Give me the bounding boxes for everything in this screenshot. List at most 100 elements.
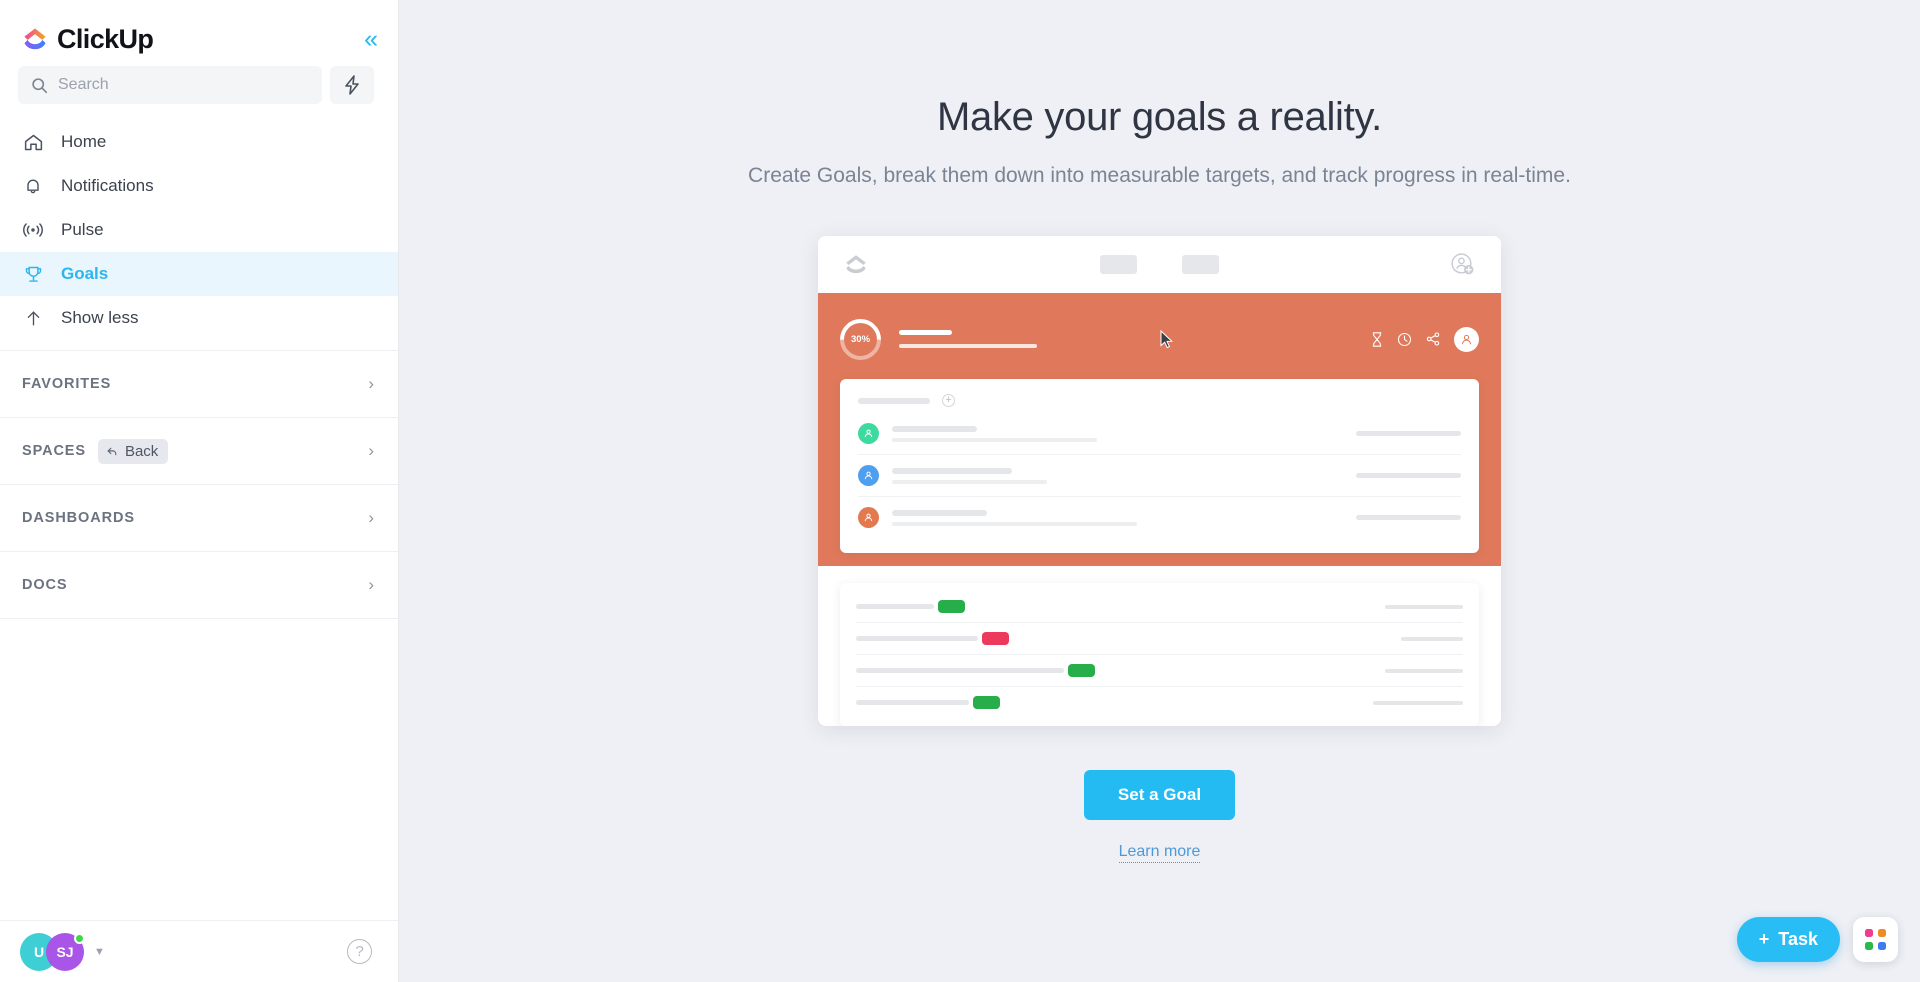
pulse-icon — [22, 219, 44, 241]
row-right-placeholder — [1356, 515, 1461, 520]
sidebar-section-spaces[interactable]: SPACES Back › — [0, 418, 398, 485]
status-badge — [973, 696, 1000, 709]
placeholder-bar — [892, 437, 1097, 442]
placeholder-bar — [892, 521, 1137, 526]
search-box[interactable] — [18, 66, 322, 104]
grid-dot — [1877, 941, 1886, 950]
home-icon — [22, 132, 44, 153]
back-chip[interactable]: Back — [97, 438, 169, 464]
sidebar-item-pulse[interactable]: Pulse — [0, 208, 398, 252]
section-title: SPACES — [22, 443, 86, 459]
chevrons-left-icon[interactable]: « — [364, 26, 378, 52]
placeholder-bar — [899, 330, 952, 335]
sidebar-item-goals[interactable]: Goals — [0, 252, 398, 296]
placeholder-bar — [892, 479, 1047, 484]
search-input[interactable] — [58, 76, 309, 94]
placeholder-bar — [892, 509, 987, 516]
sidebar-section-dashboards[interactable]: DASHBOARDS › — [0, 485, 398, 552]
sidebar-item-label: Notifications — [61, 176, 154, 195]
goal-status-card — [840, 583, 1479, 726]
hourglass-icon — [1372, 331, 1382, 347]
sidebar-nav: Home Notifications Pulse Goals Show less — [0, 114, 398, 340]
sidebar-item-label: Home — [61, 132, 107, 151]
add-task-label: Task — [1778, 929, 1818, 949]
status-badge — [982, 632, 1009, 645]
learn-more-link[interactable]: Learn more — [1118, 843, 1201, 863]
add-task-button[interactable]: + Task — [1736, 917, 1840, 962]
avatar[interactable]: SJ — [46, 932, 85, 971]
placeholder-pill — [1181, 255, 1219, 274]
bell-icon — [22, 176, 44, 196]
sidebar-item-label: Show less — [61, 308, 139, 327]
sidebar-item-home[interactable]: Home — [0, 120, 398, 164]
mouse-cursor — [1160, 330, 1173, 349]
avatar — [858, 507, 879, 528]
set-a-goal-button[interactable]: Set a Goal — [1084, 770, 1235, 820]
row-right-placeholder — [1356, 431, 1461, 436]
lightning-bolt-button[interactable] — [330, 66, 374, 104]
sidebar-section-docs[interactable]: DOCS › — [0, 552, 398, 619]
goal-title-placeholders — [899, 330, 1353, 348]
target-row — [858, 413, 1461, 455]
add-person-icon — [1451, 253, 1474, 275]
main-content: Make your goals a reality. Create Goals,… — [399, 0, 1920, 982]
back-chip-label: Back — [124, 442, 159, 460]
brand[interactable]: ClickUp — [22, 24, 154, 55]
trophy-icon — [22, 264, 44, 285]
clock-icon — [1397, 332, 1412, 346]
grid-dot — [1877, 929, 1886, 937]
section-left: DOCS — [22, 577, 68, 593]
clickup-logo-icon — [24, 28, 46, 50]
search-icon — [32, 77, 48, 93]
progress-label: 30% — [850, 333, 871, 345]
plus-icon: + — [1758, 929, 1770, 949]
sidebar-item-show-less[interactable]: Show less — [0, 296, 398, 340]
sidebar-item-label: Goals — [61, 264, 109, 283]
goal-targets-card: + — [840, 379, 1479, 553]
chevron-right-icon[interactable]: › — [368, 575, 374, 595]
status-row — [856, 623, 1463, 655]
apps-grid-icon[interactable] — [1853, 917, 1898, 962]
placeholder-pill — [1099, 255, 1137, 274]
section-title: DOCS — [22, 577, 68, 593]
illustration-topbar — [818, 236, 1501, 293]
placeholder-bar — [1385, 604, 1463, 609]
avatar — [858, 465, 879, 486]
chevron-right-icon[interactable]: › — [368, 508, 374, 528]
caret-down-icon[interactable]: ▼ — [94, 946, 105, 958]
target-row — [858, 497, 1461, 538]
placeholder-bar — [1356, 473, 1461, 478]
back-arrow-icon — [107, 447, 117, 455]
user-avatars[interactable]: U SJ ▼ — [20, 932, 105, 971]
placeholder-bar — [1385, 668, 1463, 673]
section-left: DASHBOARDS — [22, 510, 135, 526]
row-placeholders — [892, 467, 1343, 484]
placeholder-bar — [856, 700, 969, 705]
goals-illustration: 30% + — [818, 236, 1501, 726]
sidebar: ClickUp « Home — [0, 0, 399, 982]
section-left: FAVORITES — [22, 376, 111, 392]
chevron-right-icon[interactable]: › — [368, 441, 374, 461]
avatar — [858, 423, 879, 444]
sidebar-section-favorites[interactable]: FAVORITES › — [0, 351, 398, 418]
share-icon — [1426, 332, 1440, 346]
placeholder-bar — [858, 397, 930, 404]
status-row — [856, 655, 1463, 687]
placeholder-bar — [892, 467, 1012, 474]
status-badge — [1068, 664, 1095, 677]
card-header: + — [858, 394, 1461, 407]
grid-dot — [1865, 929, 1873, 937]
online-status-dot — [74, 932, 85, 944]
placeholder-bar — [1356, 431, 1461, 436]
sidebar-item-notifications[interactable]: Notifications — [0, 164, 398, 208]
placeholder-bar — [856, 668, 1064, 673]
plus-circle-icon[interactable]: + — [942, 394, 955, 407]
placeholder-bar — [856, 604, 934, 609]
clickup-logo-icon — [846, 254, 866, 273]
section-left: SPACES Back — [22, 438, 169, 464]
status-row — [856, 591, 1463, 623]
question-mark-icon[interactable]: ? — [347, 939, 372, 964]
arrow-up-icon — [22, 309, 44, 328]
placeholder-bar — [856, 636, 978, 641]
chevron-right-icon[interactable]: › — [368, 374, 374, 394]
